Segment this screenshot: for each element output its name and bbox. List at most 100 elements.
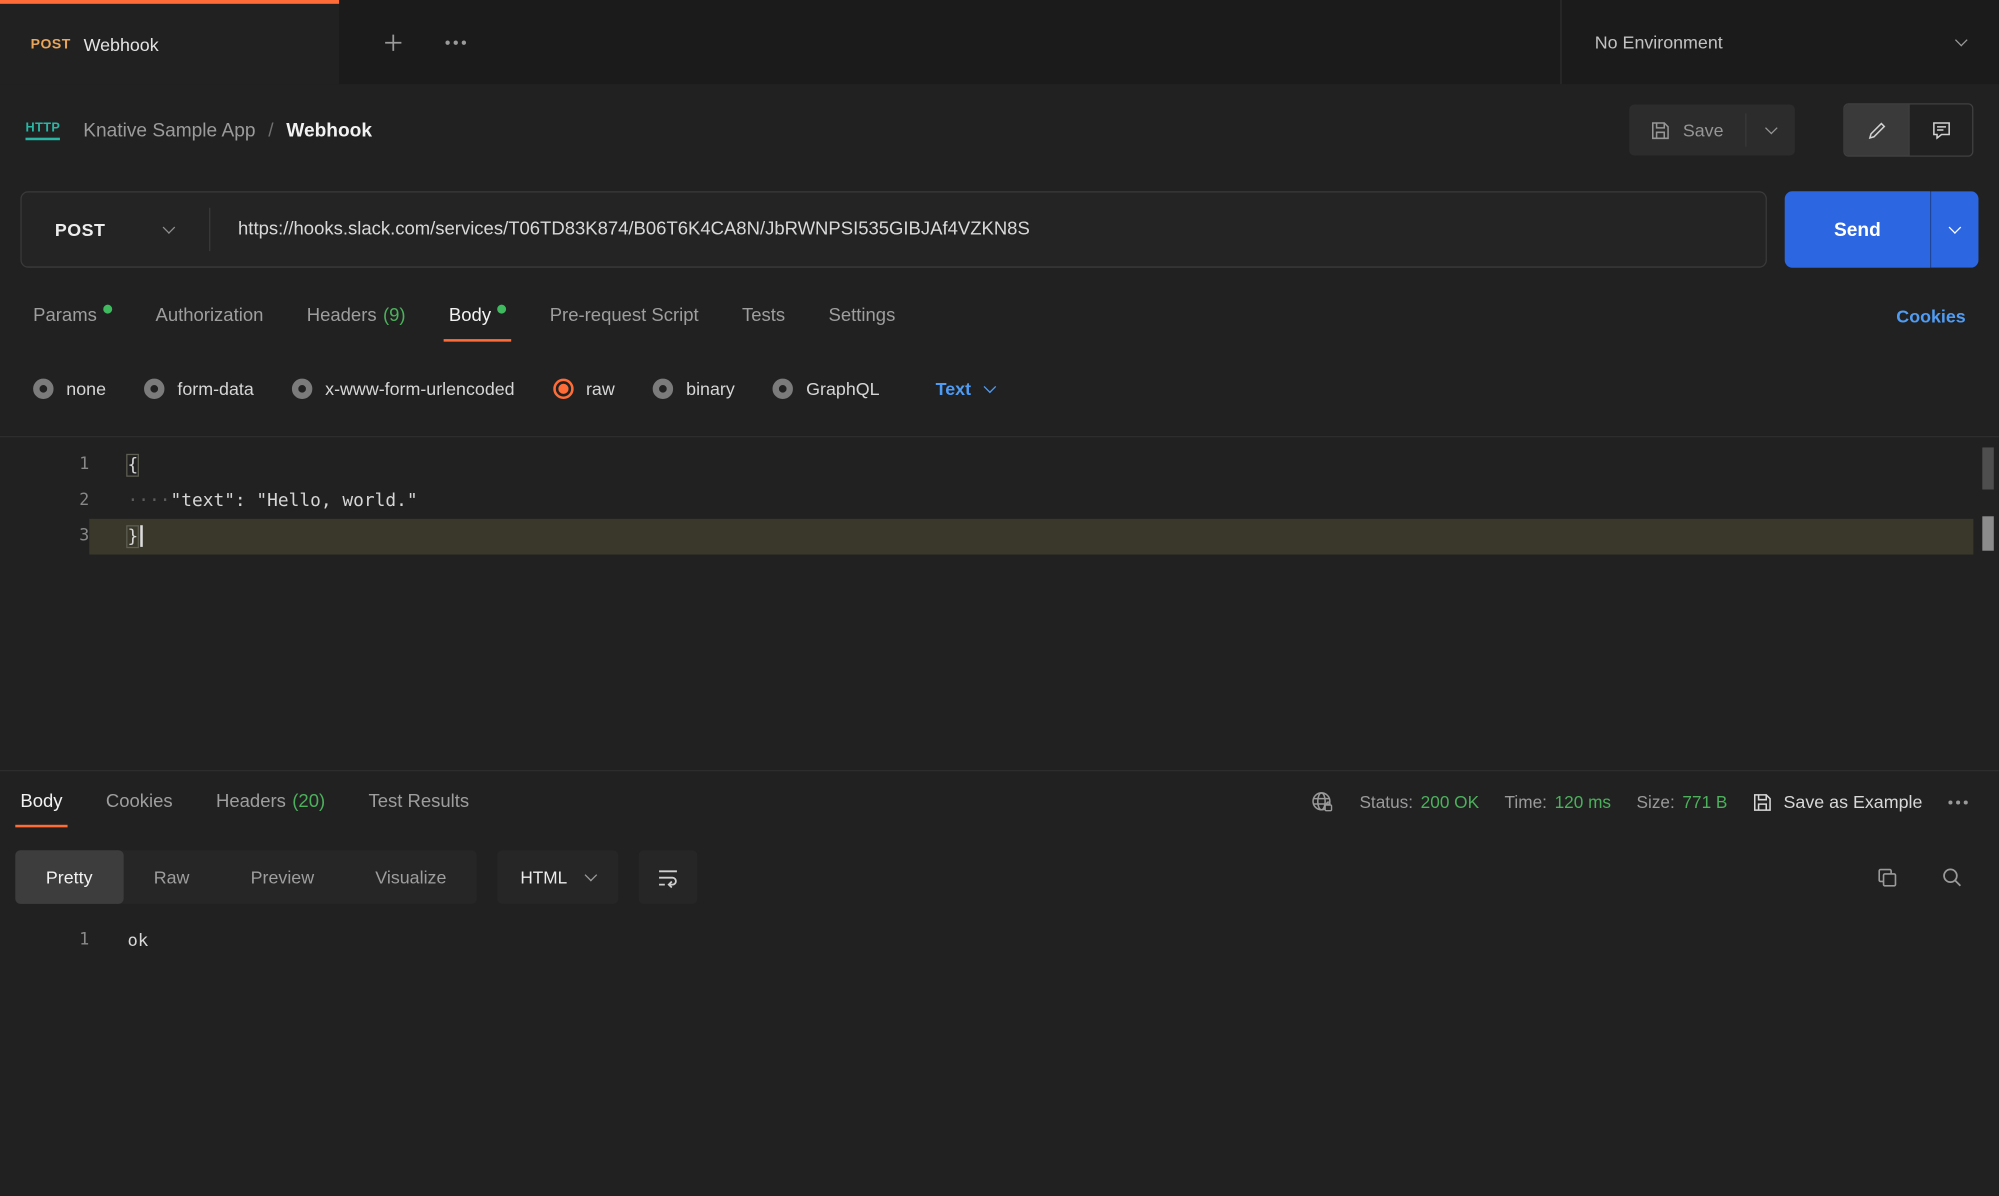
tab-params[interactable]: Params [33, 283, 112, 349]
tab-label: Tests [742, 306, 785, 326]
comments-button[interactable] [1908, 105, 1972, 156]
send-button-group: Send [1785, 191, 1979, 267]
http-request-icon: HTTP [25, 120, 60, 139]
response-tabs: Body Cookies Headers (20) Test Results S… [0, 771, 1999, 832]
plus-icon [382, 31, 404, 53]
code-line: { [89, 447, 1973, 483]
modified-dot [497, 304, 506, 313]
chevron-down-icon [584, 868, 597, 881]
tab-tests[interactable]: Tests [742, 283, 785, 349]
radio-form-data[interactable]: form-data [144, 379, 254, 399]
pencil-icon [1867, 120, 1886, 139]
tab-label: Body [20, 792, 62, 812]
tab-label: Authorization [155, 306, 263, 326]
copy-button[interactable] [1877, 866, 1899, 888]
format-dropdown[interactable]: HTML [497, 850, 618, 904]
response-tab-test-results[interactable]: Test Results [368, 771, 469, 832]
editor-scrollbar-cursor-marker[interactable] [1982, 516, 1993, 550]
network-globe-icon [1311, 790, 1334, 813]
response-line: 1 ok [0, 924, 1999, 957]
radio-urlencoded[interactable]: x-www-form-urlencoded [292, 379, 515, 399]
response-toolbar: Pretty Raw Preview Visualize HTML [15, 850, 1983, 904]
chevron-down-icon [1764, 121, 1777, 134]
view-mode-raw[interactable]: Raw [123, 850, 220, 904]
whitespace-dots: ···· [127, 491, 170, 511]
tab-label: Headers [216, 792, 286, 812]
save-as-example-button[interactable]: Save as Example [1753, 792, 1922, 812]
radio-icon [144, 379, 164, 399]
tab-label: Settings [829, 306, 896, 326]
save-options-button[interactable] [1746, 105, 1794, 156]
radio-binary[interactable]: binary [653, 379, 735, 399]
method-dropdown[interactable]: POST [22, 219, 209, 239]
save-button[interactable]: Save [1629, 105, 1745, 156]
line-number: 1 [0, 447, 89, 483]
app-root: POST Webhook No Environment HTTP Knative… [0, 0, 1999, 1196]
tab-body[interactable]: Body [449, 283, 506, 349]
response-tab-body[interactable]: Body [20, 771, 62, 832]
ellipsis-icon [445, 39, 467, 45]
tab-authorization[interactable]: Authorization [155, 283, 263, 349]
line-number: 3 [0, 519, 89, 555]
wrap-lines-button[interactable] [639, 850, 698, 904]
radio-icon [773, 379, 793, 399]
response-options-button[interactable] [1948, 799, 1968, 805]
save-button-group: Save [1629, 105, 1795, 156]
radio-label: form-data [177, 379, 253, 399]
send-button[interactable]: Send [1785, 191, 1930, 267]
tab-label: Headers [307, 306, 377, 326]
tab-prerequest-script[interactable]: Pre-request Script [550, 283, 699, 349]
text-cursor [141, 525, 144, 547]
new-tab-button[interactable] [382, 31, 404, 53]
editor-line: 2 ····"text": "Hello, world." [0, 483, 1999, 519]
code-text: "text": "Hello, world." [170, 491, 417, 511]
code-line: } [89, 519, 1973, 555]
radio-icon [653, 379, 673, 399]
request-tab[interactable]: POST Webhook [0, 0, 339, 84]
code-line: ····"text": "Hello, world." [89, 483, 1973, 519]
language-dropdown[interactable]: Text [936, 379, 994, 399]
search-button[interactable] [1942, 866, 1964, 888]
view-mode-visualize[interactable]: Visualize [345, 850, 477, 904]
request-body-editor[interactable]: 1 { 2 ····"text": "Hello, world." 3 } [0, 436, 1999, 770]
time-badge: Time: 120 ms [1505, 792, 1611, 811]
radio-icon [33, 379, 53, 399]
ellipsis-icon [1948, 799, 1968, 805]
radio-raw[interactable]: raw [553, 379, 615, 399]
view-mode-preview[interactable]: Preview [220, 850, 345, 904]
environment-selector[interactable]: No Environment [1560, 0, 1999, 84]
save-icon [1651, 120, 1670, 139]
radio-none[interactable]: none [33, 379, 106, 399]
line-number: 2 [0, 483, 89, 519]
tab-headers[interactable]: Headers (9) [307, 283, 406, 349]
request-tabs: Params Authorization Headers (9) Body Pr… [0, 283, 1999, 349]
breadcrumb-collection[interactable]: Knative Sample App [83, 119, 255, 141]
tab-settings[interactable]: Settings [829, 283, 896, 349]
radio-label: raw [586, 379, 615, 399]
editor-scrollbar-thumb[interactable] [1982, 447, 1993, 489]
tab-label: Pre-request Script [550, 306, 699, 326]
edit-request-button[interactable] [1845, 105, 1909, 156]
response-body-viewer[interactable]: 1 ok [0, 924, 1999, 957]
send-options-button[interactable] [1930, 191, 1978, 267]
format-label: HTML [520, 868, 567, 887]
view-mode-group: Pretty Raw Preview Visualize [15, 850, 477, 904]
url-input[interactable]: https://hooks.slack.com/services/T06TD83… [210, 219, 1030, 239]
tab-label: Body [449, 306, 491, 326]
radio-graphql[interactable]: GraphQL [773, 379, 880, 399]
response-meta: Status: 200 OK Time: 120 ms Size: 771 B … [1311, 790, 1968, 813]
size-badge: Size: 771 B [1637, 792, 1728, 811]
code-text: } [127, 526, 138, 546]
request-name[interactable]: Webhook [286, 119, 372, 141]
wrap-line-icon [656, 866, 679, 889]
tab-options-button[interactable] [445, 39, 467, 45]
search-icon [1942, 866, 1964, 888]
response-tab-cookies[interactable]: Cookies [106, 771, 173, 832]
breadcrumb-separator: / [268, 119, 273, 141]
editor-line-active: 3 } [0, 519, 1999, 555]
view-mode-pretty[interactable]: Pretty [15, 850, 123, 904]
cookies-link[interactable]: Cookies [1896, 306, 1965, 326]
body-mode-row: none form-data x-www-form-urlencoded raw… [0, 359, 1999, 418]
response-tab-headers[interactable]: Headers (20) [216, 771, 325, 832]
status-value: 200 OK [1421, 792, 1479, 811]
